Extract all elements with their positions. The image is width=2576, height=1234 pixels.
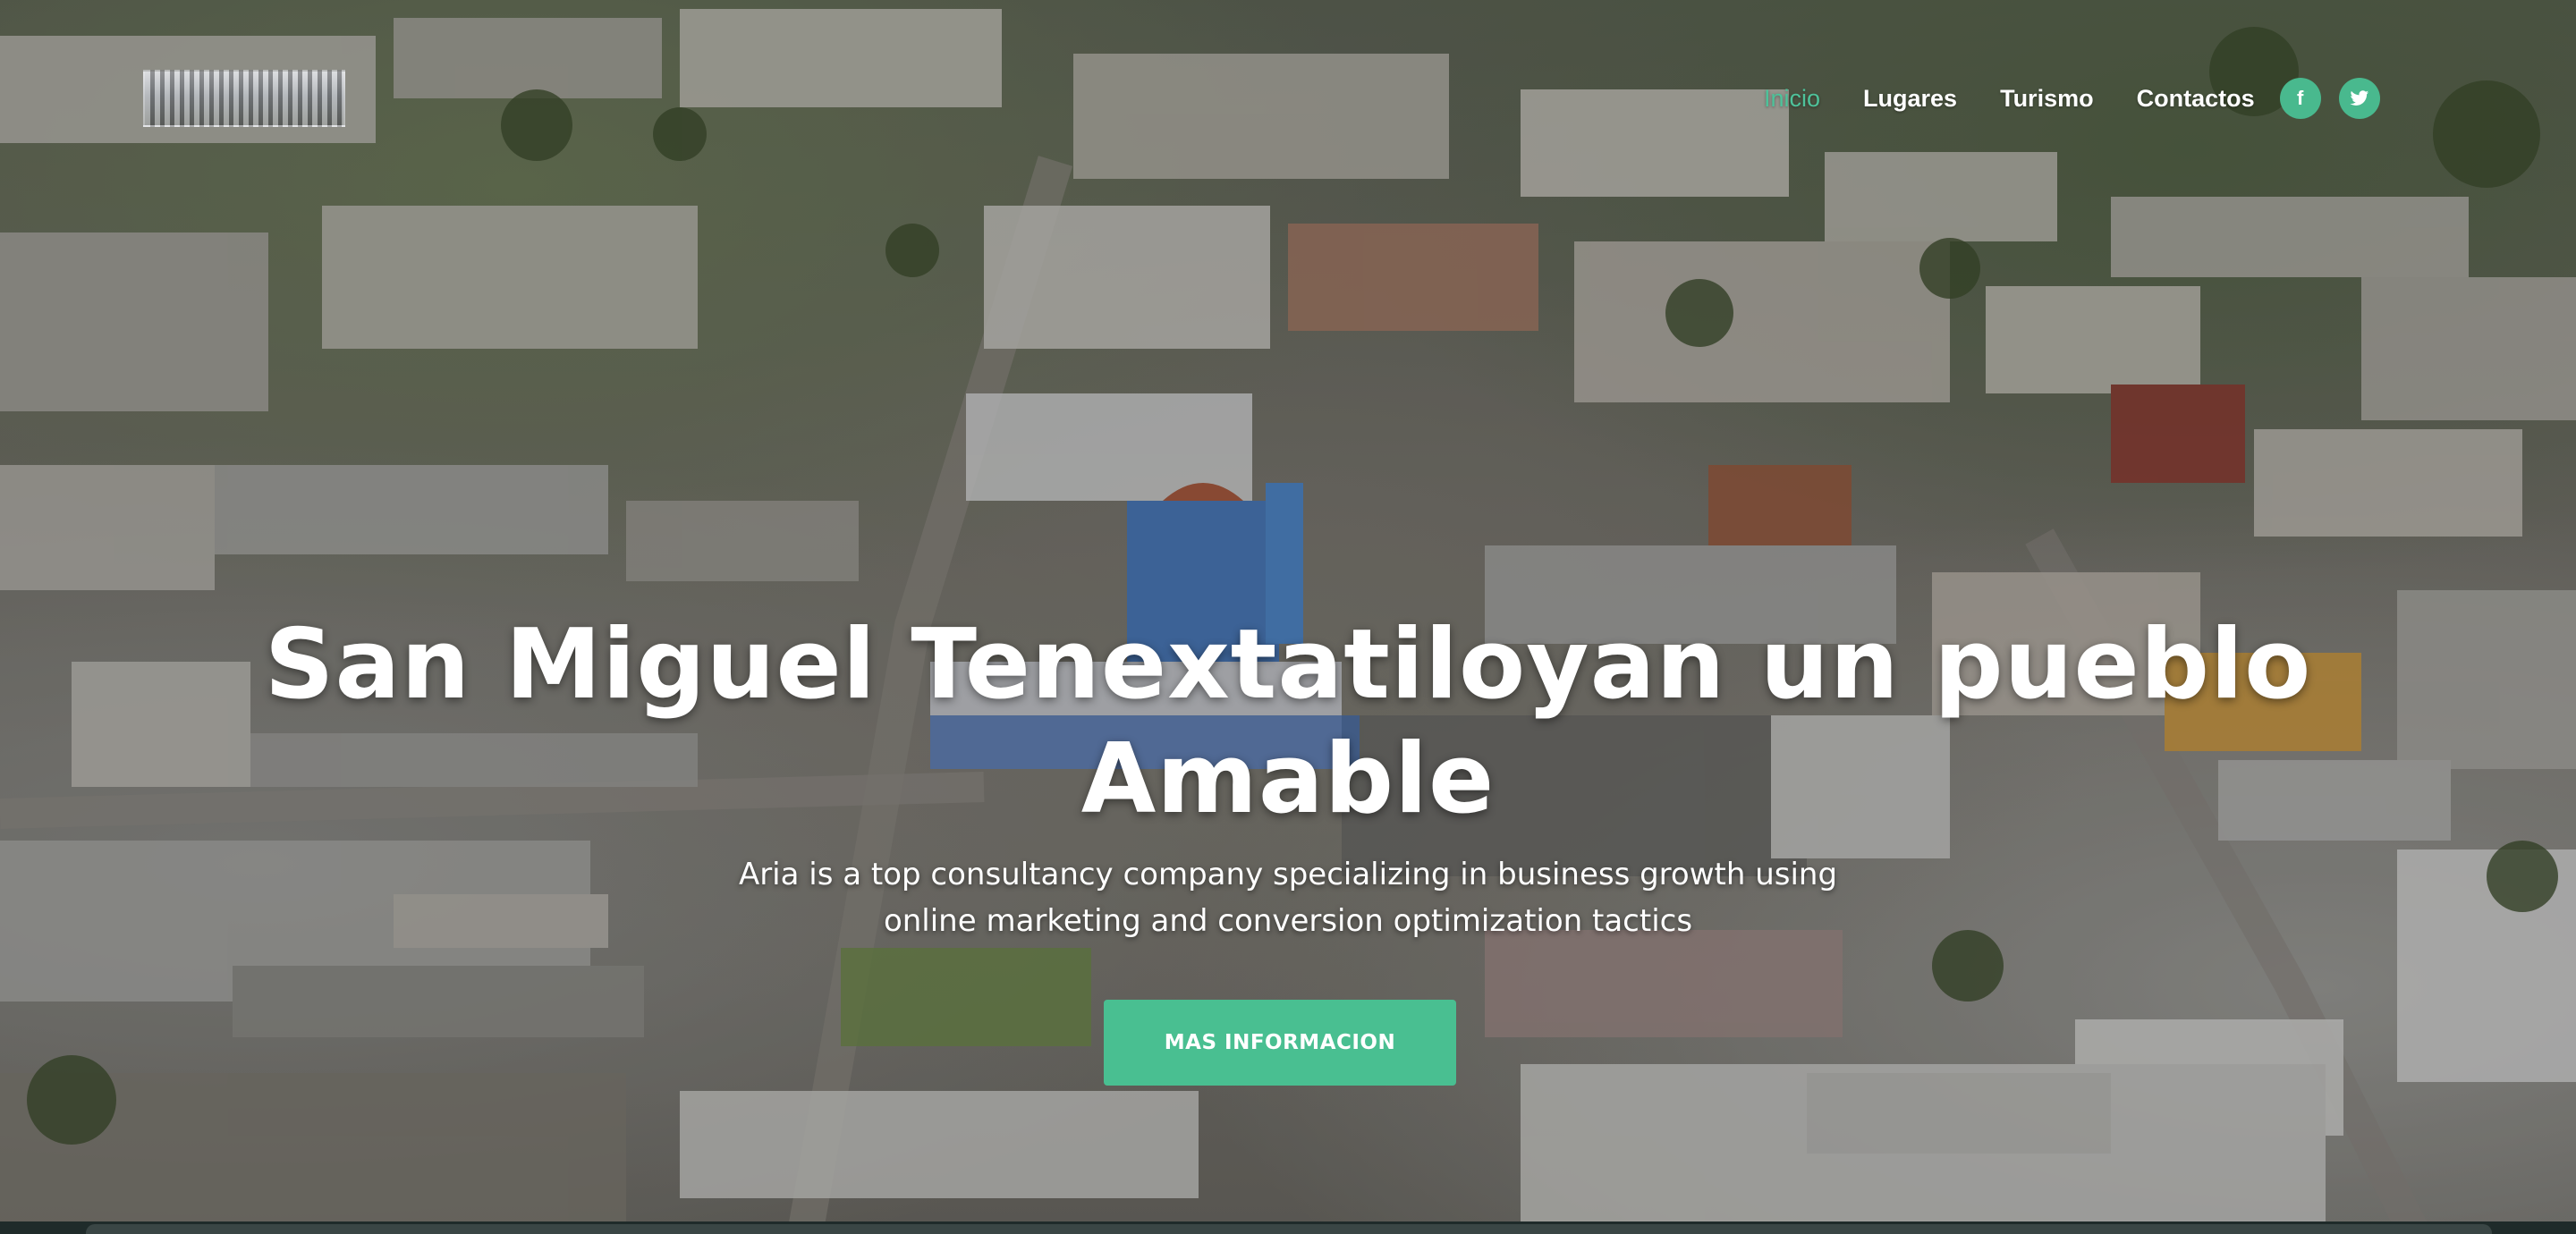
nav-link-turismo[interactable]: Turismo	[2000, 85, 2094, 113]
hero-subtitle-line1: Aria is a top consultancy company specia…	[738, 857, 1838, 892]
hero-title: San Miguel Tenextatiloyan un pueblo Amab…	[215, 608, 2361, 837]
nav-link-contactos[interactable]: Contactos	[2137, 85, 2255, 113]
twitter-button[interactable]	[2338, 78, 2380, 119]
hero-title-line2: Amable	[1080, 723, 1496, 835]
main-navigation: Inicio Lugares Turismo Contactos f	[1764, 78, 2380, 119]
mas-informacion-button[interactable]: MAS INFORMACION	[1104, 1000, 1456, 1086]
hero-title-line1: San Miguel Tenextatiloyan un pueblo	[264, 609, 2312, 721]
social-links: f	[2255, 78, 2380, 119]
hero-subtitle: Aria is a top consultancy company specia…	[680, 851, 1896, 944]
nav-link-inicio[interactable]: Inicio	[1764, 85, 1820, 113]
hero-subtitle-line2: online marketing and conversion optimiza…	[883, 903, 1693, 939]
bottom-edge-panel	[86, 1224, 2492, 1234]
facebook-icon: f	[2296, 87, 2304, 109]
bottom-edge-strip	[0, 1221, 2576, 1234]
facebook-button[interactable]: f	[2279, 78, 2321, 119]
site-logo[interactable]	[143, 70, 345, 127]
nav-link-lugares[interactable]: Lugares	[1863, 85, 1957, 113]
twitter-icon	[2350, 90, 2368, 106]
